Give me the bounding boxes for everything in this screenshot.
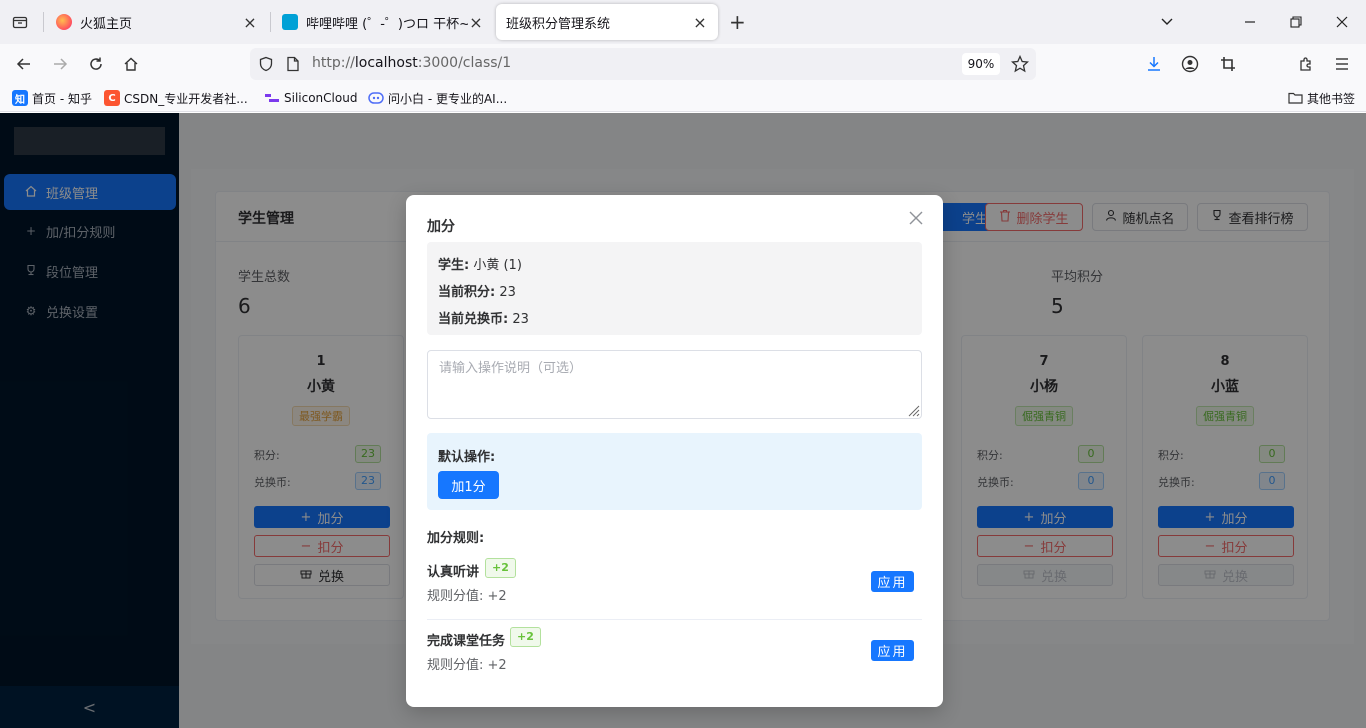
tab-separator [43,12,44,32]
student-info-box: 学生: 小黄 (1) 当前积分: 23 当前兑换币: 23 [427,242,922,335]
bookmark-zhihu[interactable]: 知 首页 - 知乎 [12,89,92,107]
resize-handle-icon[interactable] [906,403,920,417]
zoom-level[interactable]: 90% [962,53,1000,75]
current-coins-row: 当前兑换币: 23 [438,312,529,327]
reload-icon[interactable] [84,52,108,76]
bookmark-label: 首页 - 知乎 [32,91,92,106]
csdn-icon: C [104,90,120,106]
default-action-label: 默认操作: [438,450,496,465]
browser-nav-bar: http://localhost:3000/class/1 90% [0,44,1366,84]
firefox-icon [56,14,72,30]
browser-tab-bar: 火狐主页 × 哔哩哔哩 (゜-゜)つロ 干杯~-bilibili × 班级积分管… [0,0,1366,44]
tab-list-icon[interactable] [8,10,32,34]
url-text[interactable]: http://localhost:3000/class/1 [312,55,511,71]
close-icon[interactable]: × [468,13,484,32]
crop-icon[interactable] [1216,52,1240,76]
zhihu-icon: 知 [12,90,28,106]
other-bookmarks[interactable]: 其他书签 [1287,89,1355,107]
restore-icon[interactable] [1286,10,1306,34]
star-icon[interactable] [1010,54,1030,77]
minimize-icon[interactable] [1240,10,1260,34]
rule-item: 完成课堂任务 +2 规则分值: +2 应用 [427,620,922,688]
tab-separator [270,12,271,32]
forward-icon[interactable] [48,52,72,76]
close-icon[interactable]: × [242,13,258,32]
bookmarks-bar: 知 首页 - 知乎 C CSDN_专业开发者社... SiliconCloud … [0,84,1366,112]
close-window-icon[interactable] [1332,10,1352,34]
account-icon[interactable] [1178,52,1202,76]
rule-value: 规则分值: +2 [427,658,507,673]
extensions-icon[interactable] [1294,52,1318,76]
bookmark-label: 问小白 - 更专业的AI... [388,91,508,106]
home-page-icon[interactable] [119,52,143,76]
add-points-dialog: 加分 学生: 小黄 (1) 当前积分: 23 当前兑换币: 23 默认操作: 加… [406,195,943,707]
apply-rule-button[interactable]: 应用 [871,640,914,661]
close-icon[interactable] [909,209,923,230]
rule-item: 认真听讲 +2 规则分值: +2 应用 [427,551,922,619]
bookmark-label: SiliconCloud [284,91,358,105]
rules-title: 加分规则: [427,531,485,546]
close-icon[interactable]: × [692,13,708,32]
tab-title: 哔哩哔哩 (゜-゜)つロ 干杯~-bilibili [306,16,468,32]
shield-icon[interactable] [258,56,274,76]
rule-name: 认真听讲 [427,565,480,580]
download-icon[interactable] [1142,52,1166,76]
folder-icon [1287,90,1303,106]
apply-rule-button[interactable]: 应用 [871,571,914,592]
rule-badge: +2 [510,627,541,647]
tab-title: 火狐主页 [80,16,133,32]
description-input[interactable] [427,350,922,419]
url-bar[interactable]: http://localhost:3000/class/1 90% [250,48,1036,80]
add-one-point-button[interactable]: 加1分 [438,471,499,499]
bookmark-wenxiaobai[interactable]: 问小白 - 更专业的AI... [368,89,507,107]
default-action-box: 默认操作: 加1分 [427,433,922,510]
tab-firefox-home[interactable]: 火狐主页 × [46,4,268,40]
tab-bilibili[interactable]: 哔哩哔哩 (゜-゜)つロ 干杯~-bilibili × [272,4,494,40]
bookmark-label: 其他书签 [1307,91,1356,106]
bookmark-siliconcloud[interactable]: SiliconCloud [264,89,357,107]
tab-class-points[interactable]: 班级积分管理系统 × [496,4,718,40]
tab-title: 班级积分管理系统 [506,16,611,32]
bookmark-label: CSDN_专业开发者社... [124,91,248,106]
page-icon[interactable] [286,56,300,76]
bookmark-csdn[interactable]: C CSDN_专业开发者社... [104,89,248,107]
menu-icon[interactable] [1330,52,1354,76]
current-points-row: 当前积分: 23 [438,285,516,300]
back-icon[interactable] [12,52,36,76]
bilibili-icon [282,14,298,30]
list-all-tabs-icon[interactable] [1157,10,1177,34]
new-tab-icon[interactable]: + [729,10,746,34]
dialog-title: 加分 [427,219,455,235]
rule-badge: +2 [485,558,516,578]
rule-name: 完成课堂任务 [427,634,506,649]
siliconcloud-icon [264,90,280,106]
student-info-row: 学生: 小黄 (1) [438,258,522,273]
wenxiaobai-icon [368,90,384,106]
rule-value: 规则分值: +2 [427,589,507,604]
